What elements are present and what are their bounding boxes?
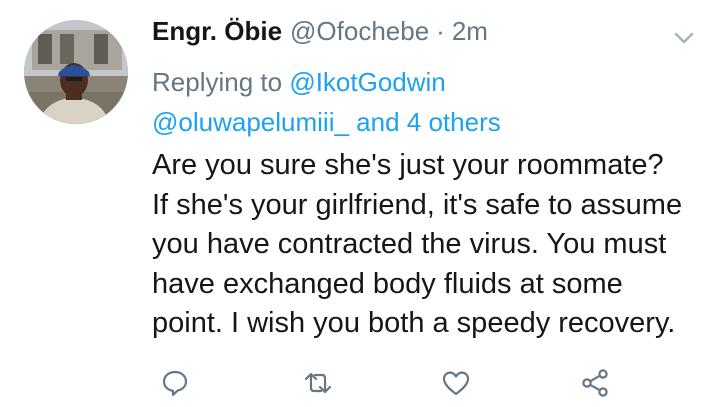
author-display-name[interactable]: Engr. Öbie [152,16,282,47]
and-others-link[interactable]: and 4 others [356,107,501,137]
mention-link[interactable]: @IkotGodwin [289,67,445,97]
avatar[interactable] [24,20,128,124]
mention-link[interactable]: @oluwapelumiii_ [152,107,349,137]
replying-to: Replying to @IkotGodwin @oluwapelumiii_ … [152,62,501,142]
reply-bubble-icon [162,370,188,397]
tweet-text-line: you have contracted the virus. You must [152,228,667,260]
replying-to-line-1: Replying to @IkotGodwin [152,62,501,102]
avatar-photo [24,20,128,124]
tweet-text: Are you sure she's just your roommate? I… [152,146,708,344]
share-button[interactable] [580,368,610,398]
tweet-text-line: If she's your girlfriend, it's safe to a… [152,188,683,221]
tweet-timestamp[interactable]: 2m [452,16,488,47]
tweet-actions [0,362,720,402]
like-button[interactable] [441,368,471,398]
heart-icon [442,371,470,396]
tweet-card: Engr. Öbie @Ofochebe · 2m Replying to @I… [0,0,720,407]
retweet-icon [304,372,332,394]
tweet-header: Engr. Öbie @Ofochebe · 2m [152,16,488,56]
tweet-text-line: have exchanged body fluids at some [152,267,623,300]
share-icon [582,369,608,397]
reply-button[interactable] [160,368,190,398]
replying-to-label: Replying to [152,67,283,97]
chevron-down-icon [674,32,694,44]
author-handle[interactable]: @Ofochebe [290,16,429,47]
retweet-button[interactable] [303,368,333,398]
replying-to-line-2: @oluwapelumiii_ and 4 others [152,102,501,142]
tweet-menu-button[interactable] [672,26,696,50]
tweet-text-line: point. I wish you both a speedy recovery… [152,307,676,339]
time-separator: · [436,16,445,46]
tweet-text-line: Are you sure she's just your roommate? [152,149,664,181]
